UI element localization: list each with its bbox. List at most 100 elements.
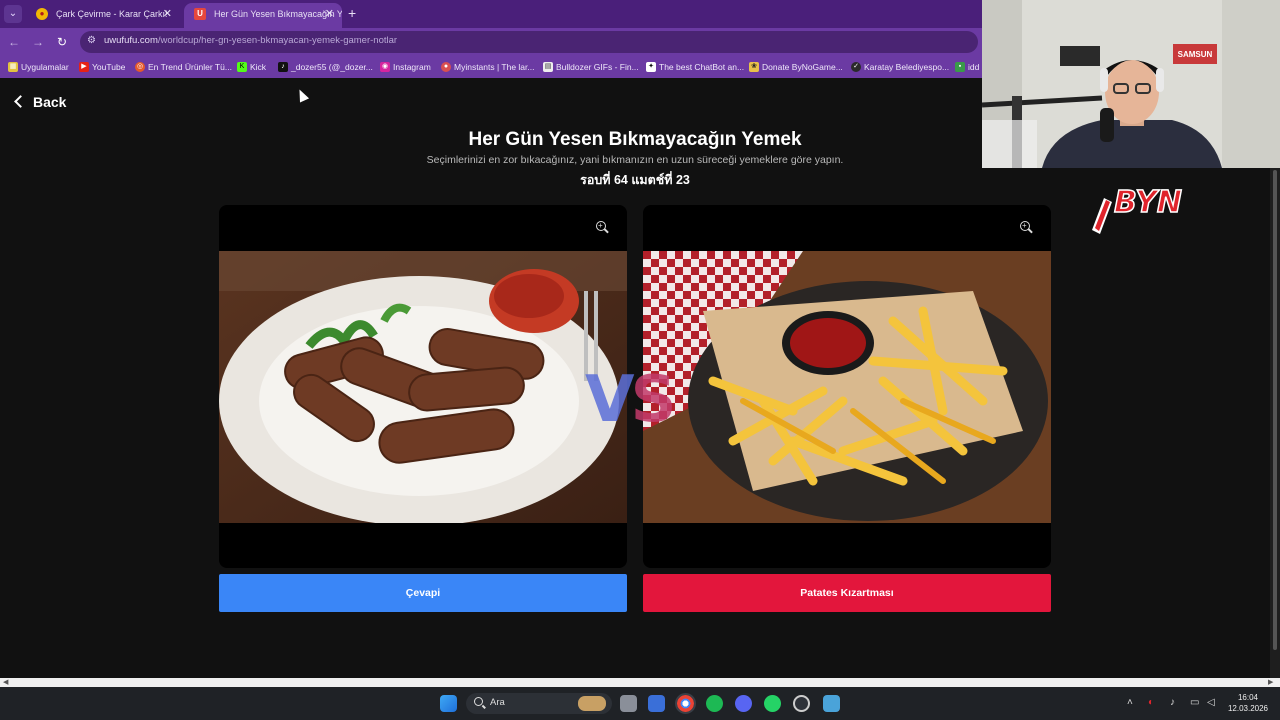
bookmark-label: Uygulamalar [21,62,69,72]
round-indicator: รอบที่ 64 แมตช์ที่ 23 [580,173,690,187]
bookmark-idd[interactable]: ▪ idd [955,60,979,74]
store-icon[interactable] [648,695,665,712]
scroll-right-icon[interactable]: ▶ [1268,678,1273,687]
bookmark-label: Instagram [393,62,431,72]
site-info-icon[interactable]: ⚙ [87,35,99,47]
new-tab-icon[interactable]: + [348,5,356,21]
byn-logo: BYN [1090,178,1190,238]
bookmark-label: En Trend Ürünler Tü... [148,62,232,72]
back-arrow-icon[interactable]: ← [6,34,22,50]
back-label: Back [33,94,67,110]
tiktok-icon: ♪ [278,62,288,72]
youtube-icon: ▶ [79,62,89,72]
page-content: Back Her Gün Yesen Bıkmayacağın Yemek Se… [0,78,1270,678]
kick-icon: K [237,62,247,72]
trend-icon: ◎ [135,62,145,72]
bookmark-apps[interactable]: ▦ Uygulamalar [8,60,69,74]
tab-favicon-icon: U [194,8,206,20]
idd-icon: ▪ [955,62,965,72]
bookmark-trend[interactable]: ◎ En Trend Ürünler Tü... [135,60,232,74]
choose-cevapi-button[interactable]: Çevapi [219,574,627,612]
obs-icon[interactable] [793,695,810,712]
myinstants-icon: ● [441,62,451,72]
bookmark-label: Kick [250,62,267,72]
tab-label: Her Gün Yesen Bıkmayacağın Ye [214,9,342,19]
tray-chevron-up-icon[interactable]: ˄ [1127,697,1133,708]
bookmark-label: idd [968,62,980,72]
app-icon[interactable] [823,695,840,712]
webcam-overlay: SAMSUN [982,0,1280,168]
bookmark-label: Karatay Belediyespo... [864,62,950,72]
right-option-card[interactable]: + [643,205,1051,568]
chevron-left-icon [14,95,27,108]
url-domain: uwufufu.com [104,35,158,46]
search-icon [474,697,483,706]
bookmark-chatbot[interactable]: ✦ The best ChatBot an... [646,60,744,74]
bookmark-myinstants[interactable]: ● Myinstants | The lar... [441,60,534,74]
choose-patates-button[interactable]: Patates Kızartması [643,574,1051,612]
scrollbar-thumb[interactable] [1273,170,1277,650]
windows-taskbar: Ara ˄ ◐ ♪ ▭ ◁ 16:04 12.03.2026 [0,687,1280,720]
chrome-icon[interactable] [675,693,696,714]
horizontal-scrollbar[interactable]: ◀ ▶ [0,678,1280,687]
zoom-in-icon[interactable]: + [1020,221,1033,234]
url-text: uwufufu.com/worldcup/her-gn-yesen-bkmaya… [104,35,397,46]
forward-arrow-icon[interactable]: → [30,34,46,50]
taskbar-search[interactable]: Ara [466,693,612,714]
scroll-left-icon[interactable]: ◀ [3,678,8,687]
document-icon: ▤ [543,62,553,72]
spotify-icon[interactable] [706,695,723,712]
reload-icon[interactable]: ↻ [54,34,70,50]
bookmark-label: Myinstants | The lar... [454,62,535,72]
search-placeholder: Ara [490,697,505,708]
bookmark-label: Bulldozer GIFs - Fin... [556,62,639,72]
cevapi-image[interactable] [219,251,627,523]
tab-search-icon[interactable]: ⌄ [4,5,22,23]
tab-cark-cevirme[interactable]: ● Çark Çevirme - Karar Çarkı! ✕ [26,3,180,28]
navigation-bar: ← → ↻ ⚙ uwufufu.com/worldcup/her-gn-yese… [0,28,982,56]
browser-window: ⌄ ● Çark Çevirme - Karar Çarkı! ✕ U Her … [0,0,1280,720]
tab-her-gun-yesen[interactable]: U Her Gün Yesen Bıkmayacağın Ye ✕ [184,3,342,28]
address-bar[interactable]: ⚙ uwufufu.com/worldcup/her-gn-yesen-bkma… [80,31,978,53]
vertical-scrollbar[interactable] [1270,168,1280,678]
taskbar-clock[interactable]: 16:04 12.03.2026 [1224,692,1272,714]
vs-label: VS [585,363,677,437]
bookmark-tiktok[interactable]: ♪ _dozer55 (@_dozer... [278,60,373,74]
webcam-sign-text: SAMSUN [1178,50,1213,59]
bookmark-youtube[interactable]: ▶ YouTube [79,60,125,74]
bookmark-karatay[interactable]: ✓ Karatay Belediyespo... [851,60,949,74]
bookmark-label: YouTube [92,62,126,72]
left-option-card[interactable]: + [219,205,627,568]
tray-app-icon[interactable]: ◐ [1148,697,1154,708]
bookmark-label: _dozer55 (@_dozer... [291,62,373,72]
mouse-cursor-icon [294,87,310,103]
chatbot-icon: ✦ [646,62,656,72]
zoom-in-icon[interactable]: + [596,221,609,234]
patates-kizartmasi-image[interactable] [643,251,1051,523]
close-tab-icon[interactable]: ✕ [163,3,172,25]
tab-label: Çark Çevirme - Karar Çarkı! [56,9,168,19]
apps-grid-icon: ▦ [8,62,18,72]
windows-start-icon[interactable] [440,695,457,712]
url-path: /worldcup/her-gn-yesen-bkmayacan-yemek-g… [157,35,398,46]
bookmarks-bar: ▦ Uygulamalar ▶ YouTube ◎ En Trend Ürünler … [0,56,982,78]
clock-date: 12.03.2026 [1227,704,1269,713]
back-button[interactable]: Back [12,92,66,112]
whatsapp-icon[interactable] [764,695,781,712]
bookmark-label: Donate ByNoGame... [762,62,843,72]
bookmark-instagram[interactable]: ◉ Instagram [380,60,431,74]
karatay-icon: ✓ [851,62,861,72]
network-icon[interactable]: ▭ [1190,697,1199,708]
volume-icon[interactable]: ◁ [1207,697,1215,708]
microphone-icon[interactable]: ♪ [1170,697,1175,708]
instagram-icon: ◉ [380,62,390,72]
tab-favicon-icon: ● [36,8,48,20]
bookmark-bynogame[interactable]: ❀ Donate ByNoGame... [749,60,843,74]
byn-logo-text: BYN [1114,185,1182,220]
bookmark-bulldozer[interactable]: ▤ Bulldozer GIFs - Fin... [543,60,639,74]
discord-icon[interactable] [735,695,752,712]
close-tab-icon[interactable]: ✕ [325,3,334,25]
bookmark-kick[interactable]: K Kick [237,60,266,74]
task-view-icon[interactable] [620,695,637,712]
donate-icon: ❀ [749,62,759,72]
